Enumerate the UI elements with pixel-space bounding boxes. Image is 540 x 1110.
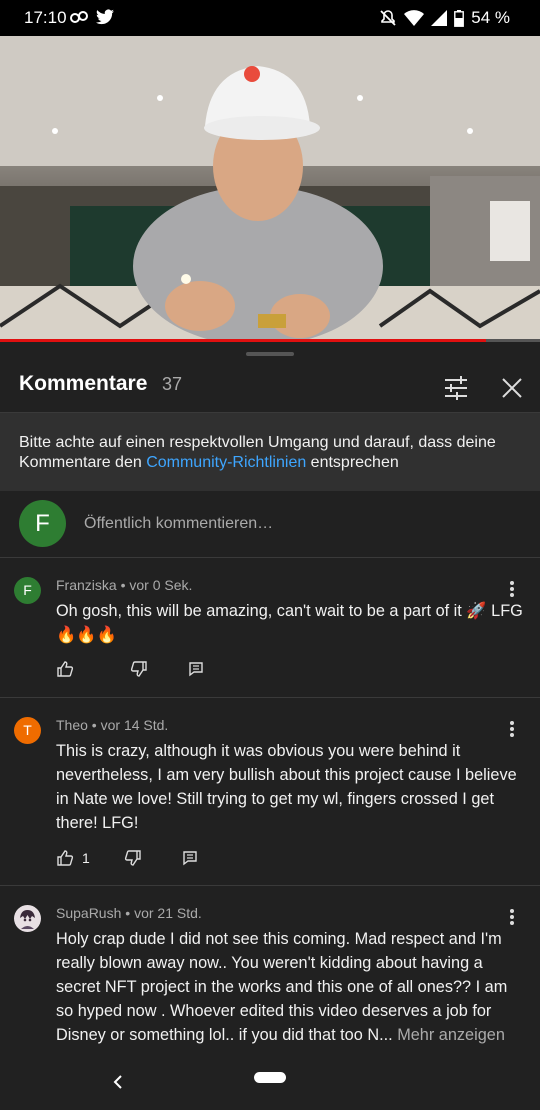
drag-handle[interactable] — [246, 352, 294, 356]
reply-button[interactable] — [182, 850, 198, 866]
divider — [0, 557, 540, 558]
back-icon[interactable] — [108, 1070, 128, 1094]
like-button[interactable]: 1 — [56, 849, 90, 867]
comment-avatar[interactable]: T — [14, 717, 41, 744]
comment-item: F Franziska • vor 0 Sek. Oh gosh, this w… — [0, 577, 540, 687]
meta-separator: • — [116, 577, 130, 593]
video-player[interactable] — [0, 36, 540, 342]
more-options-icon[interactable] — [502, 717, 522, 741]
comment-author[interactable]: Theo — [56, 717, 88, 733]
battery-percent: 54 % — [471, 8, 510, 27]
comment-item: T Theo • vor 14 Std. This is crazy, alth… — [0, 717, 540, 877]
navigation-bar — [0, 1056, 540, 1110]
wifi-icon — [404, 10, 425, 26]
comment-time: vor 0 Sek. — [129, 577, 193, 593]
dislike-button[interactable] — [124, 849, 142, 867]
avatar: F — [19, 500, 66, 547]
comment-author[interactable]: Franziska — [56, 577, 117, 593]
comments-sheet: Kommentare 37 Bitte achte auf einen resp… — [0, 342, 540, 1056]
reply-icon — [183, 851, 197, 866]
like-button[interactable] — [56, 660, 82, 678]
reply-button[interactable] — [188, 661, 204, 677]
filter-icon[interactable] — [440, 372, 472, 404]
thumbs-up-icon — [57, 661, 74, 677]
status-bar: 17:10 54 % — [0, 0, 540, 36]
status-right: 54 % — [379, 8, 510, 28]
guideline-text-end: entsprechen — [306, 454, 399, 471]
comment-input-placeholder[interactable]: Öffentlich kommentieren… — [84, 515, 273, 533]
comment-meta: Theo • vor 14 Std. — [56, 717, 168, 733]
status-time: 17:10 — [24, 8, 67, 27]
thumbs-down-icon — [130, 661, 147, 677]
comment-actions — [56, 660, 204, 678]
meta-separator: • — [121, 905, 135, 921]
divider — [0, 885, 540, 886]
reply-icon — [189, 662, 203, 677]
comment-avatar[interactable]: F — [14, 577, 41, 604]
comment-count: 37 — [162, 374, 183, 394]
more-options-icon[interactable] — [502, 577, 522, 601]
comment-avatar-image[interactable] — [14, 905, 41, 932]
notification-icons — [70, 9, 114, 25]
divider — [0, 697, 540, 698]
battery-icon — [454, 9, 465, 27]
thumbs-up-icon — [57, 850, 74, 866]
add-comment-row[interactable]: F Öffentlich kommentieren… — [0, 491, 540, 557]
home-pill[interactable] — [254, 1072, 286, 1083]
thumbs-down-icon — [124, 850, 141, 866]
mute-icon — [380, 10, 396, 26]
comment-author[interactable]: SupaRush — [56, 905, 121, 921]
meta-separator: • — [87, 717, 101, 733]
sheet-header: Kommentare 37 — [0, 364, 540, 412]
close-icon[interactable] — [496, 372, 528, 404]
comment-item: SupaRush • vor 21 Std. Holy crap dude I … — [0, 905, 540, 1055]
guideline-link[interactable]: Community-Richtlinien — [146, 454, 306, 471]
more-options-icon[interactable] — [502, 905, 522, 929]
comment-text: Oh gosh, this will be amazing, can't wai… — [56, 602, 523, 644]
twitter-icon — [96, 9, 114, 25]
show-more-link[interactable]: Mehr anzeigen — [397, 1026, 505, 1044]
comment-time: vor 21 Std. — [134, 905, 202, 921]
dislike-button[interactable] — [130, 660, 148, 678]
link-notification-icon — [70, 11, 88, 23]
comment-meta: Franziska • vor 0 Sek. — [56, 577, 192, 593]
comment-text: This is crazy, although it was obvious y… — [56, 742, 517, 832]
like-count: 1 — [82, 850, 90, 866]
video-frame — [0, 36, 540, 342]
comment-text: Holy crap dude I did not see this coming… — [56, 927, 528, 1047]
comment-time: vor 14 Std. — [100, 717, 169, 733]
comment-meta: SupaRush • vor 21 Std. — [56, 905, 202, 921]
comment-actions: 1 — [56, 849, 198, 867]
guideline-notice: Bitte achte auf einen respektvollen Umga… — [0, 413, 540, 491]
sheet-title: Kommentare — [19, 372, 148, 395]
signal-icon — [431, 10, 448, 26]
